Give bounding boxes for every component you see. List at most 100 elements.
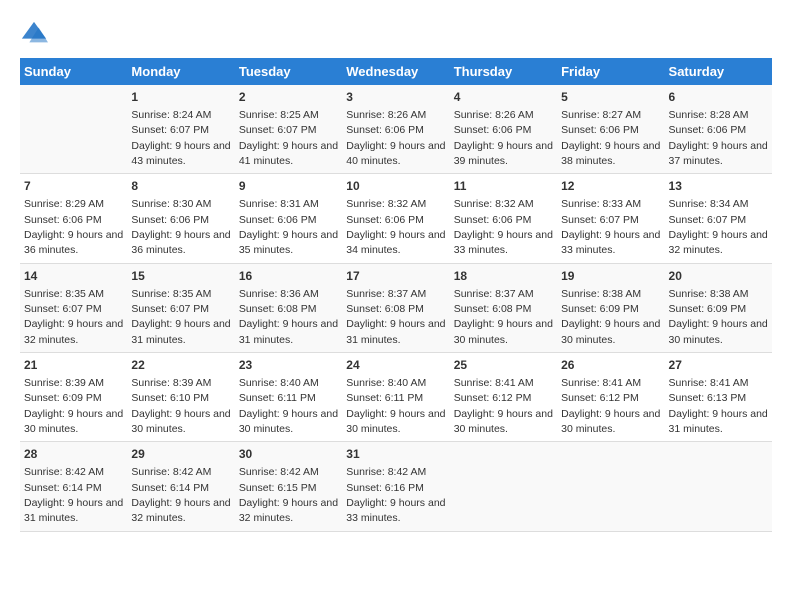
day-number: 6 [669, 89, 768, 106]
daylight: Daylight: 9 hours and 30 minutes. [346, 408, 445, 435]
sunrise: Sunrise: 8:41 AM [561, 377, 641, 389]
sunset: Sunset: 6:07 PM [24, 303, 102, 315]
daylight: Daylight: 9 hours and 41 minutes. [239, 140, 338, 167]
day-number: 5 [561, 89, 660, 106]
calendar-cell: 11Sunrise: 8:32 AMSunset: 6:06 PMDayligh… [450, 174, 557, 263]
calendar-cell: 30Sunrise: 8:42 AMSunset: 6:15 PMDayligh… [235, 442, 342, 531]
sunrise: Sunrise: 8:30 AM [131, 198, 211, 210]
sunrise: Sunrise: 8:32 AM [346, 198, 426, 210]
day-number: 25 [454, 357, 553, 374]
day-header-monday: Monday [127, 58, 234, 85]
days-header-row: SundayMondayTuesdayWednesdayThursdayFrid… [20, 58, 772, 85]
week-row-2: 7Sunrise: 8:29 AMSunset: 6:06 PMDaylight… [20, 174, 772, 263]
daylight: Daylight: 9 hours and 35 minutes. [239, 229, 338, 256]
day-number: 26 [561, 357, 660, 374]
sunset: Sunset: 6:07 PM [131, 124, 209, 136]
daylight: Daylight: 9 hours and 31 minutes. [131, 318, 230, 345]
sunrise: Sunrise: 8:35 AM [24, 288, 104, 300]
day-header-wednesday: Wednesday [342, 58, 449, 85]
daylight: Daylight: 9 hours and 33 minutes. [346, 497, 445, 524]
daylight: Daylight: 9 hours and 30 minutes. [131, 408, 230, 435]
sunrise: Sunrise: 8:42 AM [131, 466, 211, 478]
day-number: 8 [131, 178, 230, 195]
sunrise: Sunrise: 8:24 AM [131, 109, 211, 121]
sunset: Sunset: 6:16 PM [346, 482, 424, 494]
day-number: 19 [561, 268, 660, 285]
calendar-cell: 8Sunrise: 8:30 AMSunset: 6:06 PMDaylight… [127, 174, 234, 263]
sunset: Sunset: 6:06 PM [561, 124, 639, 136]
daylight: Daylight: 9 hours and 32 minutes. [669, 229, 768, 256]
sunrise: Sunrise: 8:28 AM [669, 109, 749, 121]
calendar-table: SundayMondayTuesdayWednesdayThursdayFrid… [20, 58, 772, 532]
sunset: Sunset: 6:12 PM [454, 392, 532, 404]
day-number: 31 [346, 446, 445, 463]
sunset: Sunset: 6:07 PM [239, 124, 317, 136]
day-number: 17 [346, 268, 445, 285]
sunrise: Sunrise: 8:40 AM [346, 377, 426, 389]
calendar-cell: 16Sunrise: 8:36 AMSunset: 6:08 PMDayligh… [235, 263, 342, 352]
calendar-cell [20, 85, 127, 174]
calendar-cell: 2Sunrise: 8:25 AMSunset: 6:07 PMDaylight… [235, 85, 342, 174]
sunset: Sunset: 6:09 PM [669, 303, 747, 315]
day-number: 27 [669, 357, 768, 374]
sunset: Sunset: 6:14 PM [131, 482, 209, 494]
calendar-cell: 15Sunrise: 8:35 AMSunset: 6:07 PMDayligh… [127, 263, 234, 352]
week-row-5: 28Sunrise: 8:42 AMSunset: 6:14 PMDayligh… [20, 442, 772, 531]
sunset: Sunset: 6:06 PM [346, 214, 424, 226]
calendar-cell: 29Sunrise: 8:42 AMSunset: 6:14 PMDayligh… [127, 442, 234, 531]
logo [20, 20, 52, 48]
day-number: 20 [669, 268, 768, 285]
day-number: 30 [239, 446, 338, 463]
sunrise: Sunrise: 8:32 AM [454, 198, 534, 210]
sunrise: Sunrise: 8:26 AM [346, 109, 426, 121]
sunrise: Sunrise: 8:40 AM [239, 377, 319, 389]
calendar-cell: 4Sunrise: 8:26 AMSunset: 6:06 PMDaylight… [450, 85, 557, 174]
daylight: Daylight: 9 hours and 31 minutes. [239, 318, 338, 345]
sunrise: Sunrise: 8:38 AM [561, 288, 641, 300]
daylight: Daylight: 9 hours and 30 minutes. [669, 318, 768, 345]
sunset: Sunset: 6:06 PM [454, 124, 532, 136]
day-number: 22 [131, 357, 230, 374]
sunset: Sunset: 6:13 PM [669, 392, 747, 404]
sunrise: Sunrise: 8:39 AM [131, 377, 211, 389]
daylight: Daylight: 9 hours and 30 minutes. [239, 408, 338, 435]
daylight: Daylight: 9 hours and 33 minutes. [454, 229, 553, 256]
calendar-cell: 21Sunrise: 8:39 AMSunset: 6:09 PMDayligh… [20, 353, 127, 442]
sunrise: Sunrise: 8:41 AM [454, 377, 534, 389]
day-number: 11 [454, 178, 553, 195]
day-number: 2 [239, 89, 338, 106]
calendar-cell: 9Sunrise: 8:31 AMSunset: 6:06 PMDaylight… [235, 174, 342, 263]
day-header-friday: Friday [557, 58, 664, 85]
week-row-4: 21Sunrise: 8:39 AMSunset: 6:09 PMDayligh… [20, 353, 772, 442]
daylight: Daylight: 9 hours and 31 minutes. [24, 497, 123, 524]
daylight: Daylight: 9 hours and 34 minutes. [346, 229, 445, 256]
calendar-cell: 10Sunrise: 8:32 AMSunset: 6:06 PMDayligh… [342, 174, 449, 263]
daylight: Daylight: 9 hours and 32 minutes. [24, 318, 123, 345]
sunset: Sunset: 6:06 PM [131, 214, 209, 226]
day-number: 12 [561, 178, 660, 195]
sunrise: Sunrise: 8:34 AM [669, 198, 749, 210]
sunset: Sunset: 6:11 PM [239, 392, 316, 404]
day-header-sunday: Sunday [20, 58, 127, 85]
sunset: Sunset: 6:10 PM [131, 392, 209, 404]
day-header-tuesday: Tuesday [235, 58, 342, 85]
sunset: Sunset: 6:07 PM [669, 214, 747, 226]
daylight: Daylight: 9 hours and 30 minutes. [561, 318, 660, 345]
daylight: Daylight: 9 hours and 36 minutes. [24, 229, 123, 256]
calendar-cell: 19Sunrise: 8:38 AMSunset: 6:09 PMDayligh… [557, 263, 664, 352]
day-number: 14 [24, 268, 123, 285]
day-number: 13 [669, 178, 768, 195]
calendar-cell: 17Sunrise: 8:37 AMSunset: 6:08 PMDayligh… [342, 263, 449, 352]
calendar-cell: 25Sunrise: 8:41 AMSunset: 6:12 PMDayligh… [450, 353, 557, 442]
calendar-cell [557, 442, 664, 531]
daylight: Daylight: 9 hours and 37 minutes. [669, 140, 768, 167]
sunset: Sunset: 6:14 PM [24, 482, 102, 494]
calendar-cell [450, 442, 557, 531]
calendar-cell: 24Sunrise: 8:40 AMSunset: 6:11 PMDayligh… [342, 353, 449, 442]
calendar-cell: 7Sunrise: 8:29 AMSunset: 6:06 PMDaylight… [20, 174, 127, 263]
daylight: Daylight: 9 hours and 38 minutes. [561, 140, 660, 167]
sunrise: Sunrise: 8:41 AM [669, 377, 749, 389]
calendar-cell: 6Sunrise: 8:28 AMSunset: 6:06 PMDaylight… [665, 85, 772, 174]
day-number: 16 [239, 268, 338, 285]
daylight: Daylight: 9 hours and 33 minutes. [561, 229, 660, 256]
